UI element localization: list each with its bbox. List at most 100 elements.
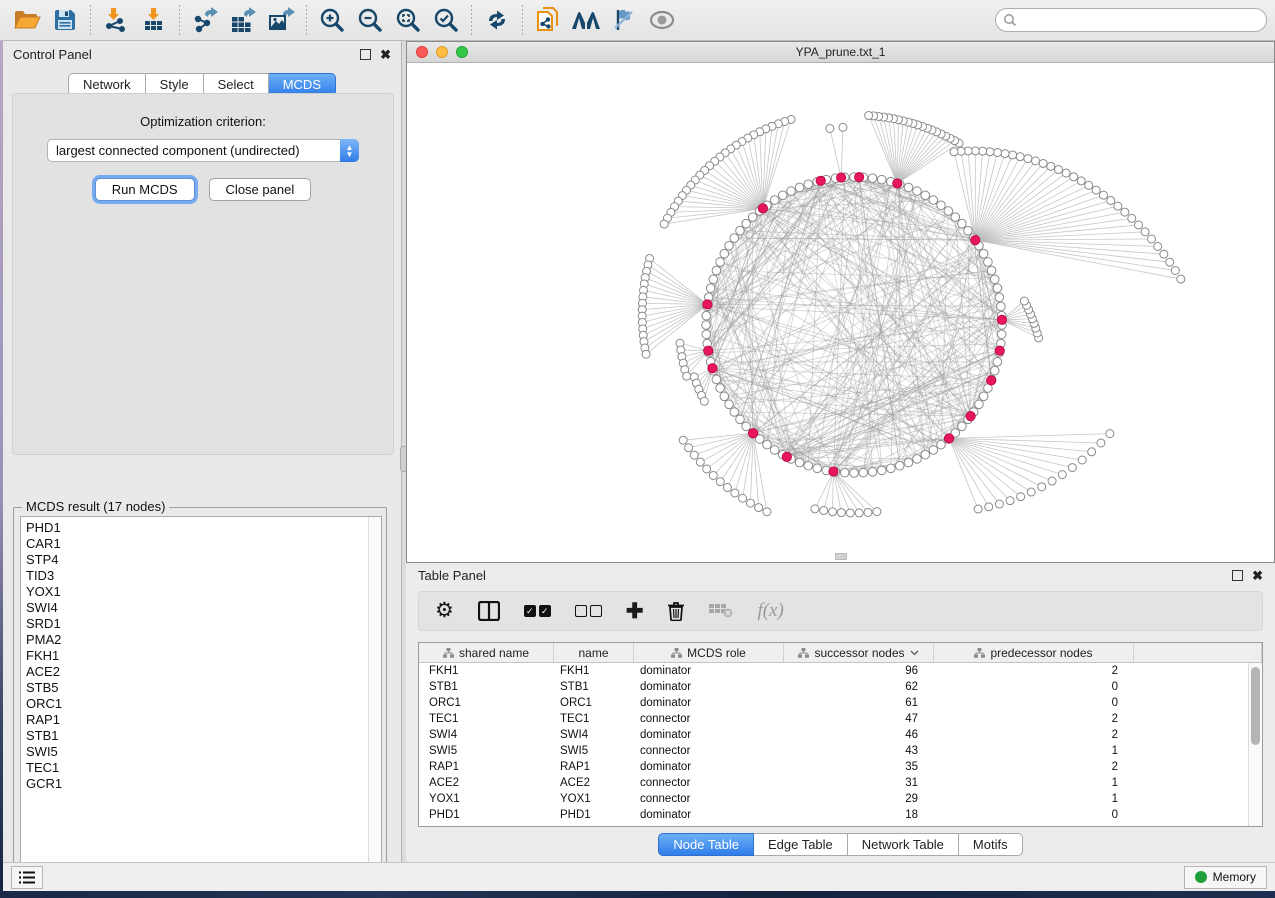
cell-name[interactable]: YOX1	[554, 793, 634, 805]
close-panel-button[interactable]: Close panel	[209, 178, 312, 201]
mcds-node[interactable]	[971, 236, 980, 245]
table-row[interactable]: FKH1FKH1dominator962	[419, 663, 1248, 679]
graph-node[interactable]	[913, 455, 922, 464]
graph-node[interactable]	[864, 508, 872, 516]
graph-node[interactable]	[702, 321, 711, 330]
graph-node[interactable]	[979, 249, 988, 258]
graph-node[interactable]	[1099, 191, 1107, 199]
network-titlebar[interactable]: YPA_prune.txt_1	[407, 42, 1274, 63]
graph-node[interactable]	[725, 400, 734, 409]
mcds-result-item[interactable]: PHD1	[26, 520, 368, 536]
graph-node[interactable]	[813, 464, 822, 473]
cell-name[interactable]: FKH1	[554, 665, 634, 677]
mcds-node[interactable]	[829, 467, 838, 476]
graph-node[interactable]	[709, 471, 717, 479]
float-table-panel-icon[interactable]	[1232, 570, 1243, 581]
table-options-icon[interactable]: ⚙	[435, 601, 454, 621]
mcds-result-item[interactable]: ACE2	[26, 664, 368, 680]
hide-selected-icon[interactable]	[605, 3, 643, 37]
graph-node[interactable]	[859, 468, 868, 477]
cell-shared-name[interactable]: YOX1	[419, 793, 554, 805]
graph-node[interactable]	[975, 400, 984, 409]
open-file-icon[interactable]	[8, 3, 46, 37]
mcds-result-item[interactable]: TEC1	[26, 760, 368, 776]
graph-node[interactable]	[877, 175, 886, 184]
graph-node[interactable]	[725, 241, 734, 250]
float-panel-icon[interactable]	[360, 49, 371, 60]
graph-node[interactable]	[720, 249, 729, 258]
search-box[interactable]	[995, 8, 1267, 32]
graph-node[interactable]	[950, 148, 958, 156]
deselect-all-icon[interactable]	[575, 605, 602, 617]
graph-node[interactable]	[904, 458, 913, 467]
mcds-node[interactable]	[816, 176, 825, 185]
cell-MCDS-role[interactable]: connector	[634, 793, 784, 805]
mcds-node[interactable]	[758, 204, 767, 213]
graph-node[interactable]	[1106, 430, 1114, 438]
graph-node[interactable]	[700, 397, 708, 405]
cell-MCDS-role[interactable]: dominator	[634, 665, 784, 677]
graph-node[interactable]	[1092, 186, 1100, 194]
mcds-node[interactable]	[893, 179, 902, 188]
graph-node[interactable]	[795, 458, 804, 467]
graph-node[interactable]	[995, 293, 1004, 302]
graph-node[interactable]	[1134, 221, 1142, 229]
mcds-node[interactable]	[748, 429, 757, 438]
mcds-node[interactable]	[708, 364, 717, 373]
graph-node[interactable]	[937, 440, 946, 449]
export-network-icon[interactable]	[186, 3, 224, 37]
graph-node[interactable]	[1171, 267, 1179, 275]
graph-node[interactable]	[964, 226, 973, 235]
graph-node[interactable]	[873, 508, 881, 516]
graph-node[interactable]	[1039, 159, 1047, 167]
graph-node[interactable]	[974, 505, 982, 513]
canvas-hscroll-thumb[interactable]	[835, 553, 847, 560]
graph-node[interactable]	[755, 504, 763, 512]
graph-node[interactable]	[739, 494, 747, 502]
column-header-shared-name[interactable]: shared name	[419, 643, 554, 662]
column-header-MCDS-role[interactable]: MCDS role	[634, 643, 784, 662]
cell-predecessor-nodes[interactable]: 1	[934, 793, 1134, 805]
mcds-node[interactable]	[704, 346, 713, 355]
graph-node[interactable]	[929, 446, 938, 455]
graph-node[interactable]	[1062, 169, 1070, 177]
tab-network-table[interactable]: Network Table	[848, 833, 959, 856]
graph-node[interactable]	[1070, 173, 1078, 181]
graph-node[interactable]	[993, 284, 1002, 293]
mcds-node[interactable]	[966, 412, 975, 421]
table-row[interactable]: YOX1YOX1connector291	[419, 791, 1248, 807]
graph-node[interactable]	[742, 219, 751, 228]
graph-node[interactable]	[826, 124, 834, 132]
mcds-node[interactable]	[782, 452, 791, 461]
graph-node[interactable]	[696, 458, 704, 466]
cell-successor-nodes[interactable]: 29	[784, 793, 934, 805]
cell-predecessor-nodes[interactable]: 0	[934, 809, 1134, 821]
zoom-fit-icon[interactable]	[389, 3, 427, 37]
table-row[interactable]: SWI4SWI4dominator462	[419, 727, 1248, 743]
cell-name[interactable]: TEC1	[554, 713, 634, 725]
graph-node[interactable]	[895, 461, 904, 470]
graph-node[interactable]	[763, 508, 771, 516]
graph-node[interactable]	[921, 191, 930, 200]
cell-shared-name[interactable]: ORC1	[419, 697, 554, 709]
graph-node[interactable]	[770, 196, 779, 205]
graph-node[interactable]	[840, 468, 849, 477]
mcds-result-item[interactable]: RAP1	[26, 712, 368, 728]
table-row[interactable]: ACE2ACE2connector311	[419, 775, 1248, 791]
graph-node[interactable]	[958, 219, 967, 228]
mcds-node[interactable]	[703, 300, 712, 309]
graph-node[interactable]	[720, 392, 729, 401]
graph-node[interactable]	[804, 461, 813, 470]
table-row[interactable]: STB1STB1dominator620	[419, 679, 1248, 695]
cell-predecessor-nodes[interactable]: 2	[934, 665, 1134, 677]
graph-node[interactable]	[850, 469, 859, 478]
select-all-icon[interactable]: ✓✓	[524, 605, 551, 617]
cell-shared-name[interactable]: RAP1	[419, 761, 554, 773]
cell-predecessor-nodes[interactable]: 2	[934, 713, 1134, 725]
graph-node[interactable]	[979, 147, 987, 155]
graph-node[interactable]	[685, 444, 693, 452]
cell-MCDS-role[interactable]: connector	[634, 745, 784, 757]
tab-motifs[interactable]: Motifs	[959, 833, 1023, 856]
graph-node[interactable]	[985, 503, 993, 511]
graph-node[interactable]	[887, 464, 896, 473]
